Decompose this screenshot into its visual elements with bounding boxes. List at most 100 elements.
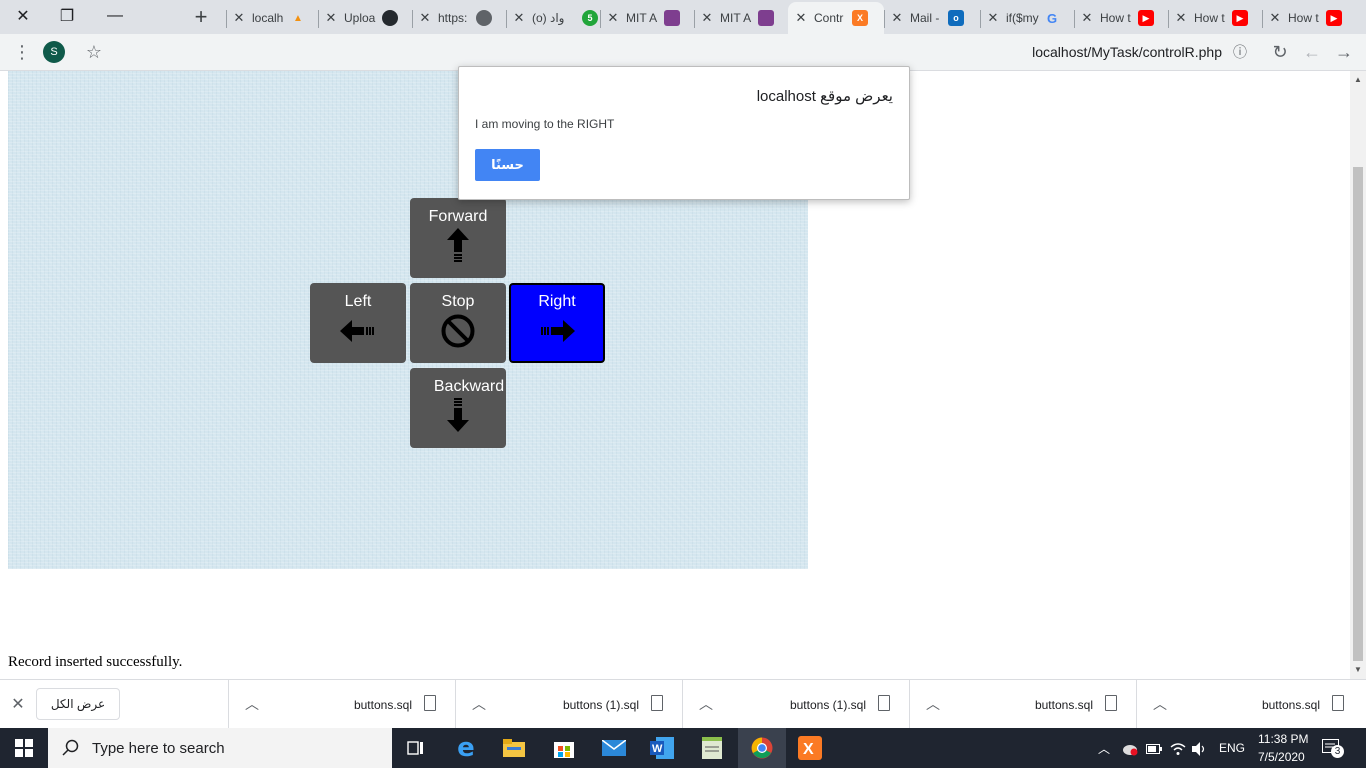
tab-title: Contr	[814, 11, 844, 25]
show-all-button[interactable]: عرض الكل	[36, 688, 120, 720]
minimize-window-button[interactable]: —	[92, 0, 138, 32]
mail-icon[interactable]	[590, 728, 638, 768]
download-filename: buttons.sql	[353, 698, 412, 712]
search-icon	[62, 739, 79, 756]
file-icon	[1105, 695, 1117, 711]
start-button[interactable]	[0, 728, 48, 768]
chrome-icon[interactable]	[738, 728, 786, 768]
backward-button[interactable]: Backward	[410, 368, 506, 448]
five-icon: 5	[582, 10, 598, 26]
left-button[interactable]: Left	[310, 283, 406, 363]
tab-youtube-1[interactable]: ✕ How t ▶	[1074, 4, 1166, 32]
menu-kebab-icon[interactable]: ⋮	[10, 40, 34, 64]
url-text[interactable]: localhost/MyTask/controlR.php	[1032, 44, 1222, 60]
close-icon[interactable]: ✕	[1268, 10, 1282, 26]
chevron-up-icon[interactable]: ︿	[926, 694, 940, 714]
tab-title: How t	[1100, 11, 1131, 25]
page-scrollbar[interactable]: ▲ ▼	[1350, 71, 1366, 679]
close-icon[interactable]: ✕	[794, 10, 808, 26]
scroll-down-icon[interactable]: ▼	[1353, 665, 1363, 674]
pma-icon: ▲	[293, 12, 303, 24]
info-icon[interactable]: ⓘ	[1228, 40, 1252, 64]
tab-control-active[interactable]: ✕ Contr X	[788, 2, 884, 34]
close-icon[interactable]: ✕	[890, 10, 904, 26]
svg-text:X: X	[803, 741, 814, 758]
tab-mit-2[interactable]: ✕ MIT A	[694, 4, 786, 32]
chevron-up-icon[interactable]: ︿	[1153, 694, 1167, 714]
taskbar-search[interactable]: Type here to search	[48, 728, 392, 768]
tab-mail[interactable]: ✕ Mail - o	[884, 4, 978, 32]
alert-dialog: يعرض موقع localhost I am moving to the R…	[458, 66, 910, 200]
onedrive-icon[interactable]	[1122, 742, 1138, 756]
scroll-thumb[interactable]	[1353, 167, 1363, 661]
close-window-button[interactable]: ✕	[0, 0, 46, 32]
notification-center-icon[interactable]: 3	[1322, 737, 1344, 759]
forward-button[interactable]: Forward	[410, 198, 506, 278]
tab-youtube-3[interactable]: ✕ How t ▶	[1262, 4, 1354, 32]
tab-arabic[interactable]: ✕ (о) واد 5	[506, 4, 598, 32]
close-icon[interactable]: ✕	[986, 10, 1000, 26]
download-filename: buttons.sql	[1034, 698, 1093, 712]
edge-icon[interactable]: e	[442, 728, 490, 768]
close-icon[interactable]: ✕	[700, 10, 714, 26]
close-icon[interactable]: ✕	[606, 10, 620, 26]
chevron-up-icon[interactable]: ︿	[699, 694, 713, 714]
download-item[interactable]: ︿ buttons (1).sql	[682, 680, 908, 729]
mit-icon	[664, 10, 680, 26]
reload-icon[interactable]: ↻	[1268, 40, 1292, 64]
star-icon[interactable]: ☆	[82, 40, 106, 64]
close-icon[interactable]: ✕	[1080, 10, 1094, 26]
svg-text:W: W	[652, 743, 663, 755]
close-icon[interactable]: ✕	[1174, 10, 1188, 26]
forward-label: Forward	[428, 208, 488, 225]
close-icon[interactable]: ✕	[324, 10, 338, 26]
file-explorer-icon[interactable]	[490, 728, 538, 768]
dialog-title: يعرض موقع localhost	[756, 88, 893, 105]
close-icon[interactable]: ✕	[232, 10, 246, 26]
scroll-up-icon[interactable]: ▲	[1353, 75, 1363, 84]
download-item[interactable]: ︿ buttons (1).sql	[455, 680, 681, 729]
task-view-icon[interactable]	[392, 728, 440, 768]
close-icon[interactable]: ✕	[418, 10, 432, 26]
tab-strip: ✕ ❐ — + ✕ localh ▲ ✕ Uploa ✕ https: ✕ (о…	[0, 0, 1366, 34]
avatar[interactable]: S	[43, 41, 65, 63]
chevron-up-icon[interactable]: ︿	[1098, 740, 1110, 757]
store-icon[interactable]	[540, 728, 588, 768]
outlook-icon: o	[948, 10, 964, 26]
stop-button[interactable]: Stop	[410, 283, 506, 363]
tab-mit-1[interactable]: ✕ MIT A	[600, 4, 692, 32]
close-icon[interactable]: ✕	[8, 694, 28, 714]
clock-date[interactable]: 7/5/2020	[1258, 750, 1305, 764]
download-shelf: ✕ عرض الكل ︿ buttons.sql ︿ buttons (1).s…	[0, 679, 1366, 729]
tab-google[interactable]: ✕ if($my G	[980, 4, 1072, 32]
chevron-up-icon[interactable]: ︿	[245, 694, 259, 714]
tab-upload-github[interactable]: ✕ Uploa	[318, 4, 410, 32]
wifi-icon[interactable]	[1170, 742, 1186, 756]
back-icon[interactable]: ←	[1300, 40, 1324, 64]
right-button[interactable]: Right	[509, 283, 605, 363]
new-tab-button[interactable]: +	[186, 3, 216, 31]
volume-icon[interactable]	[1192, 742, 1208, 756]
globe-icon	[476, 10, 492, 26]
status-message: Record inserted successfully.	[8, 654, 183, 670]
word-icon[interactable]: W	[638, 728, 686, 768]
notepad-icon[interactable]	[688, 728, 736, 768]
tab-youtube-2[interactable]: ✕ How t ▶	[1168, 4, 1260, 32]
battery-icon[interactable]	[1146, 744, 1162, 754]
language-indicator[interactable]: ENG	[1219, 741, 1245, 755]
restore-window-button[interactable]: ❐	[44, 0, 90, 32]
tab-title: https:	[438, 11, 468, 25]
download-item[interactable]: ︿ buttons.sql	[228, 680, 454, 729]
tab-localhost-pma[interactable]: ✕ localh ▲	[226, 4, 316, 32]
xampp-icon: X	[852, 10, 868, 26]
close-icon[interactable]: ✕	[512, 10, 526, 26]
clock-time[interactable]: 11:38 PM	[1258, 732, 1308, 746]
chevron-up-icon[interactable]: ︿	[472, 694, 486, 714]
tab-title: MIT A	[720, 11, 752, 25]
download-item[interactable]: ︿ buttons.sql	[909, 680, 1135, 729]
tab-https[interactable]: ✕ https:	[412, 4, 504, 32]
ok-button[interactable]: حسنًا	[475, 149, 540, 181]
forward-icon[interactable]: →	[1332, 40, 1356, 64]
xampp-icon[interactable]: X	[786, 728, 834, 768]
download-item[interactable]: ︿ buttons.sql	[1136, 680, 1362, 729]
